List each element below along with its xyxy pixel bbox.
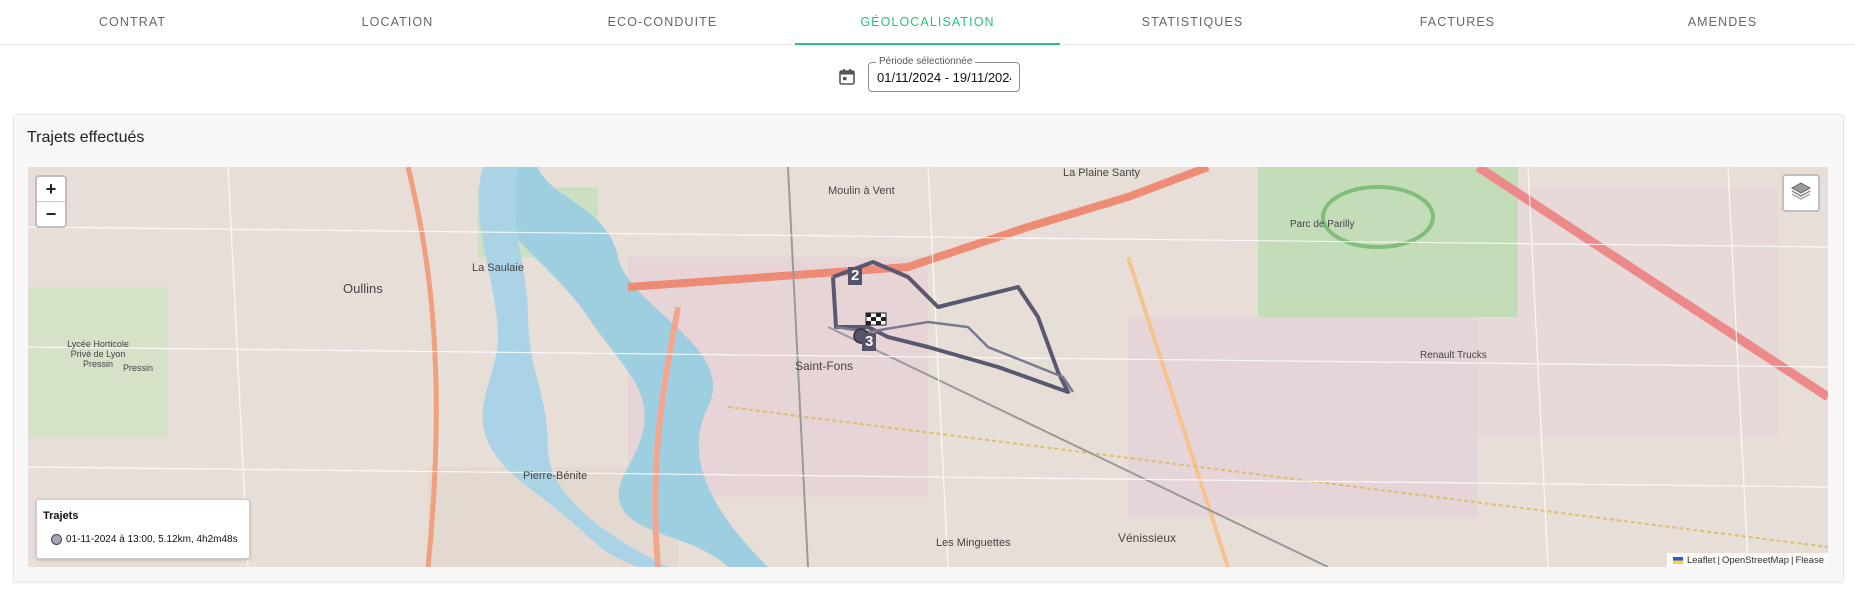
period-field[interactable]: Période sélectionnée (868, 56, 1020, 92)
place-label: Les Minguettes (936, 537, 1011, 549)
tab-factures[interactable]: FACTURES (1325, 0, 1590, 44)
map[interactable]: 2 3 Oullins La Saulaie Pierre-Bénite Sai… (28, 167, 1828, 567)
flease-link[interactable]: Flease (1795, 555, 1824, 566)
place-label: Oullins (343, 281, 383, 296)
layers-icon (1790, 181, 1812, 206)
place-label: Pressin (123, 363, 154, 373)
place-label: Renault Trucks (1420, 350, 1487, 361)
trips-card: Trajets effectués 2 3 Oullins La Saulaie… (13, 114, 1844, 582)
tab-statistiques[interactable]: STATISTIQUES (1060, 0, 1325, 44)
period-selector: Période sélectionnée (838, 56, 1020, 92)
route-marker[interactable]: 3 (862, 333, 877, 351)
osm-link[interactable]: OpenStreetMap (1722, 555, 1789, 566)
legend-item-label: 01-11-2024 à 13:00, 5.12km, 4h2m48s (66, 534, 238, 545)
zoom-control: + − (35, 175, 67, 228)
legend-item[interactable]: 01-11-2024 à 13:00, 5.12km, 4h2m48s (51, 534, 238, 545)
place-label: Parc de Parilly (1290, 219, 1355, 230)
period-input[interactable] (869, 63, 1019, 91)
layers-button[interactable] (1782, 174, 1820, 212)
tab-geolocalisation[interactable]: GÉOLOCALISATION (795, 0, 1060, 45)
tab-amendes[interactable]: AMENDES (1590, 0, 1855, 44)
map-tiles[interactable] (28, 167, 1828, 567)
zoom-in-button[interactable]: + (37, 177, 65, 201)
map-attribution: Leaflet | OpenStreetMap | Flease (1666, 553, 1828, 567)
legend-color-dot (51, 534, 62, 545)
place-label: Saint-Fons (795, 359, 854, 373)
tab-eco-conduite[interactable]: ECO-CONDUITE (530, 0, 795, 44)
tab-location[interactable]: LOCATION (265, 0, 530, 44)
leaflet-link[interactable]: Leaflet (1687, 555, 1716, 566)
card-title: Trajets effectués (27, 129, 145, 146)
tab-contrat[interactable]: CONTRAT (0, 0, 265, 44)
route-marker[interactable]: 2 (848, 267, 863, 285)
place-label: Vénissieux (1118, 531, 1177, 545)
place-label: La Plaine Santy (1063, 167, 1141, 179)
trips-legend: Trajets 01-11-2024 à 13:00, 5.12km, 4h2m… (36, 499, 250, 559)
tab-bar: CONTRAT LOCATION ECO-CONDUITE GÉOLOCALIS… (0, 0, 1855, 45)
place-label: Moulin à Vent (828, 185, 895, 197)
ukraine-flag-icon (1672, 556, 1683, 564)
calendar-icon[interactable] (838, 68, 856, 86)
legend-title: Trajets (43, 510, 79, 522)
place-label: Pierre-Bénite (523, 470, 588, 482)
zoom-out-button[interactable]: − (37, 201, 65, 226)
place-label: La Saulaie (472, 262, 524, 274)
